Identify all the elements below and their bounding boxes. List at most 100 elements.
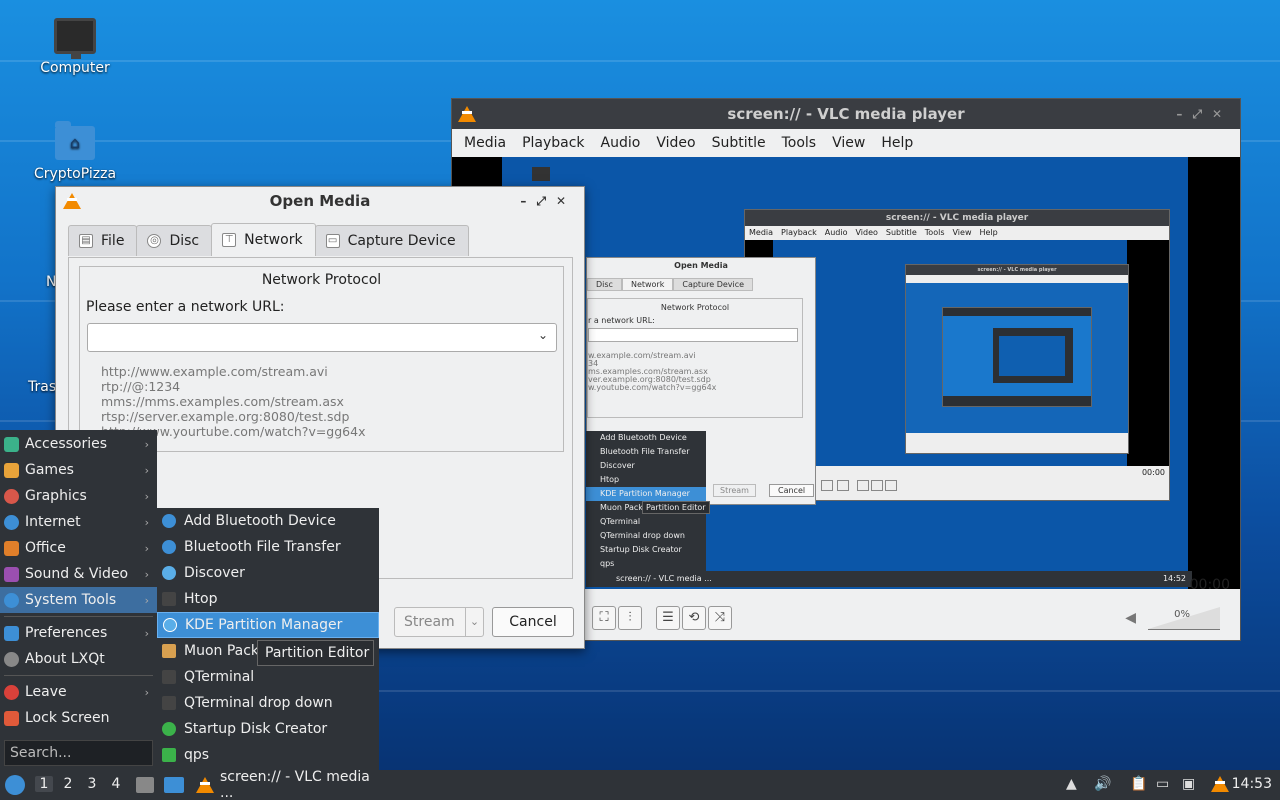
desktop-icon-home-folder[interactable]: ⌂ CryptoPizza: [20, 121, 130, 182]
submenu-item-qterminal[interactable]: QTerminal: [157, 664, 379, 690]
volume-icon[interactable]: 🔊: [1094, 776, 1111, 792]
start-menu-button[interactable]: [5, 775, 25, 795]
submenu-item-label: Bluetooth File Transfer: [184, 539, 341, 555]
submenu-item-label: Htop: [184, 591, 218, 607]
file-manager-icon[interactable]: [136, 777, 154, 793]
chevron-down-icon[interactable]: ⌄: [465, 608, 483, 636]
submenu-item-htop[interactable]: Htop: [157, 586, 379, 612]
playlist-button[interactable]: ☰: [656, 606, 680, 630]
menu-item-graphics[interactable]: Graphics ›: [0, 483, 157, 509]
show-desktop-icon[interactable]: [164, 777, 184, 793]
tab-label: Disc: [169, 233, 200, 249]
cancel-button[interactable]: Cancel: [492, 607, 574, 637]
window-controls[interactable]: –⤢✕: [520, 187, 576, 215]
menu-item-internet[interactable]: Internet ›: [0, 509, 157, 535]
system-tools-submenu: Add Bluetooth Device Bluetooth File Tran…: [157, 508, 379, 770]
desktop-icon-label: Computer: [40, 60, 110, 76]
menu-help[interactable]: Help: [873, 135, 921, 151]
chevron-right-icon: ›: [144, 541, 149, 555]
window-controls[interactable]: –⤢✕: [1176, 99, 1232, 129]
desktop-switch-4[interactable]: 4: [107, 776, 125, 792]
desktop-icon-label: CryptoPizza: [33, 166, 117, 182]
submenu-item-discover[interactable]: Discover: [157, 560, 379, 586]
network-tray-icon[interactable]: ▣: [1182, 776, 1195, 792]
submenu-item-startup-disk-creator[interactable]: Startup Disk Creator: [157, 716, 379, 742]
menu-item-sound-video[interactable]: Sound & Video ›: [0, 561, 157, 587]
tab-disc[interactable]: ◎ Disc: [136, 225, 213, 256]
submenu-item-qps[interactable]: qps: [157, 742, 379, 768]
desktop-icon-computer[interactable]: Computer: [20, 18, 130, 76]
dialog-tabs: ▤ File ◎ Disc ⊤ Network ▭ Capture Device: [68, 223, 469, 256]
menu-video[interactable]: Video: [648, 135, 703, 151]
tab-file[interactable]: ▤ File: [68, 225, 138, 256]
vlc-menubar: Media Playback Audio Video Subtitle Tool…: [452, 129, 1240, 157]
partition-manager-icon: [163, 618, 177, 632]
menu-item-games[interactable]: Games ›: [0, 457, 157, 483]
display-icon[interactable]: ▭: [1156, 776, 1169, 792]
menu-item-accessories[interactable]: Accessories ›: [0, 431, 157, 457]
network-url-input[interactable]: ⌄: [87, 323, 557, 352]
menu-item-preferences[interactable]: Preferences ›: [0, 620, 157, 646]
vlc-tray-icon[interactable]: [1211, 776, 1229, 792]
chevron-right-icon: ›: [144, 626, 149, 640]
menu-media[interactable]: Media: [456, 135, 514, 151]
menu-search-input[interactable]: Search...: [4, 740, 153, 766]
htop-icon: [162, 592, 176, 606]
menu-view[interactable]: View: [824, 135, 873, 151]
desktop-switch-1[interactable]: 1: [35, 776, 53, 792]
tab-capture-device[interactable]: ▭ Capture Device: [314, 225, 469, 256]
sound-video-icon: [4, 566, 19, 582]
leave-icon: [4, 684, 19, 700]
loop-button[interactable]: ⟲: [682, 606, 706, 630]
submenu-item-kde-partition-manager[interactable]: KDE Partition Manager: [157, 612, 379, 638]
desktop-switch-3[interactable]: 3: [83, 776, 101, 792]
tooltip: Partition Editor: [257, 640, 374, 666]
bluetooth-icon: [162, 514, 176, 528]
dialog-titlebar[interactable]: Open Media –⤢✕: [56, 187, 584, 215]
submenu-item-label: KDE Partition Manager: [185, 617, 343, 633]
chevron-right-icon: ›: [144, 437, 149, 451]
chevron-right-icon: ›: [144, 515, 149, 529]
vlc-titlebar[interactable]: screen:// - VLC media player –⤢✕: [452, 99, 1240, 129]
submenu-item-qterminal-drop-down[interactable]: QTerminal drop down: [157, 690, 379, 716]
menu-item-system-tools[interactable]: System Tools ›: [0, 587, 157, 613]
tab-label: File: [101, 233, 125, 249]
menu-tools[interactable]: Tools: [774, 135, 825, 151]
extended-settings-button[interactable]: ⫶: [618, 606, 642, 630]
menu-subtitle[interactable]: Subtitle: [704, 135, 774, 151]
bluetooth-icon: [162, 540, 176, 554]
speaker-icon[interactable]: ◀: [1125, 610, 1136, 626]
stream-button[interactable]: Stream ⌄: [394, 607, 484, 637]
menu-item-label: Sound & Video: [25, 566, 129, 582]
url-example: mms://mms.examples.com/stream.asx: [101, 394, 344, 409]
tab-network[interactable]: ⊤ Network: [211, 223, 316, 256]
chevron-right-icon: ›: [144, 593, 149, 607]
submenu-item-bluetooth-file-transfer[interactable]: Bluetooth File Transfer: [157, 534, 379, 560]
fullscreen-button[interactable]: ⛶: [592, 606, 616, 630]
taskbar-task-vlc[interactable]: screen:// - VLC media ...: [192, 769, 384, 800]
menu-item-label: Preferences: [25, 625, 108, 641]
menu-item-label: Games: [25, 462, 74, 478]
menu-item-leave[interactable]: Leave ›: [0, 679, 157, 705]
chevron-down-icon[interactable]: ⌄: [538, 328, 548, 342]
desktop-icon-label-partial[interactable]: Tras: [28, 379, 56, 395]
office-icon: [4, 540, 19, 556]
submenu-item-add-bluetooth-device[interactable]: Add Bluetooth Device: [157, 508, 379, 534]
shuffle-button[interactable]: ⤨: [708, 606, 732, 630]
elapsed-time: 00:00: [1189, 577, 1230, 593]
clipboard-icon[interactable]: 📋: [1130, 776, 1147, 792]
submenu-item-label: Muon Pack: [184, 643, 260, 659]
menu-item-label: Graphics: [25, 488, 87, 504]
menu-item-about-lxqt[interactable]: About LXQt: [0, 646, 157, 672]
nested-vlc-time: 00:00: [1141, 468, 1165, 477]
menu-item-office[interactable]: Office ›: [0, 535, 157, 561]
home-folder-icon: ⌂: [55, 121, 95, 160]
menu-playback[interactable]: Playback: [514, 135, 592, 151]
clock[interactable]: 14:53: [1232, 776, 1272, 792]
dialog-title: Open Media: [269, 192, 371, 210]
tray-arrow-icon[interactable]: ▲: [1066, 776, 1077, 792]
menu-item-lock-screen[interactable]: Lock Screen: [0, 705, 157, 731]
menu-audio[interactable]: Audio: [593, 135, 649, 151]
monitor-icon: [54, 18, 96, 59]
desktop-switch-2[interactable]: 2: [59, 776, 77, 792]
